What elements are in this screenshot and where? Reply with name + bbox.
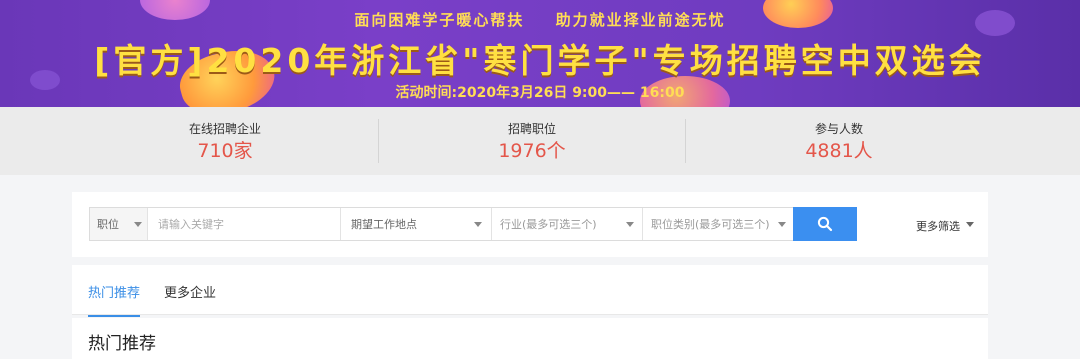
chevron-down-icon [134, 222, 142, 227]
banner-slogan-left: 面向困难学子暖心帮扶 [354, 11, 525, 29]
banner-slogan: 面向困难学子暖心帮扶 助力就业择业前途无忧 [0, 9, 1080, 30]
more-filter-label: 更多筛选 [916, 220, 960, 233]
section-hot: 热门推荐 [72, 318, 988, 359]
chevron-down-icon [626, 222, 634, 227]
event-banner: 面向困难学子暖心帮扶 助力就业择业前途无忧 [官方]2020年浙江省"寒门学子"… [0, 0, 1080, 107]
stat-value: 710家 [197, 140, 253, 162]
more-filter-button[interactable]: 更多筛选 [916, 218, 974, 234]
category-select[interactable]: 职位类别(最多可选三个) [643, 208, 795, 240]
industry-label: 行业(最多可选三个) [500, 218, 597, 231]
location-label: 期望工作地点 [351, 218, 417, 231]
banner-title: [官方]2020年浙江省"寒门学子"专场招聘空中双选会 [94, 41, 986, 80]
stat-label: 招聘职位 [507, 122, 556, 136]
banner-slogan-right: 助力就业择业前途无忧 [555, 11, 726, 29]
section-title: 热门推荐 [88, 334, 156, 354]
category-label: 职位类别(最多可选三个) [651, 218, 770, 231]
stats-bar: 在线招聘企业 710家 招聘职位 1976个 参与人数 4881人 [0, 107, 1080, 175]
search-type-select[interactable]: 职位 [90, 208, 148, 240]
stat-label: 在线招聘企业 [188, 122, 261, 136]
tab-hot-recommend[interactable]: 热门推荐 [88, 282, 141, 317]
chevron-down-icon [474, 222, 482, 227]
keyword-placeholder: 请输入关键字 [158, 218, 224, 231]
search-bar: 职位 请输入关键字 期望工作地点 行业(最多可选三个) 职位类别(最多可选三个) [89, 207, 841, 241]
search-button[interactable] [793, 207, 857, 241]
chevron-down-icon [966, 222, 974, 227]
stat-participants: 参与人数 4881人 [686, 107, 992, 175]
stat-companies: 在线招聘企业 710家 [72, 107, 378, 175]
industry-select[interactable]: 行业(最多可选三个) [492, 208, 643, 240]
search-icon [817, 216, 833, 232]
search-type-label: 职位 [97, 218, 119, 231]
tab-bar: 热门推荐 更多企业 [72, 265, 988, 317]
location-select[interactable]: 期望工作地点 [341, 208, 492, 240]
stat-label: 参与人数 [814, 122, 863, 136]
stat-value: 1976个 [498, 140, 566, 162]
stat-positions: 招聘职位 1976个 [379, 107, 685, 175]
search-panel: 职位 请输入关键字 期望工作地点 行业(最多可选三个) 职位类别(最多可选三个)… [72, 192, 988, 257]
banner-event-time: 活动时间:2020年3月26日 9:00—— 16:00 [395, 85, 685, 101]
chevron-down-icon [778, 222, 786, 227]
keyword-input[interactable]: 请输入关键字 [148, 208, 341, 240]
tab-more-companies[interactable]: 更多企业 [164, 282, 216, 301]
stat-value: 4881人 [805, 140, 873, 162]
